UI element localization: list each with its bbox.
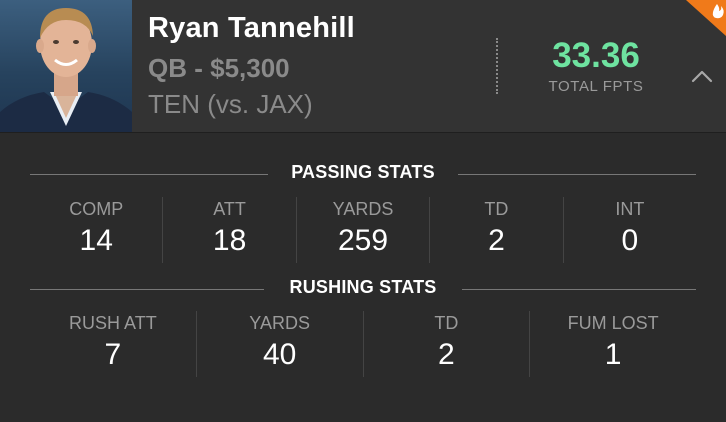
stat-value: 2	[488, 224, 505, 257]
stat-label: COMP	[69, 199, 124, 219]
rushing-stats-header: RUSHING STATS	[30, 277, 696, 301]
stat-yards: YARDS 259	[295, 197, 429, 263]
player-matchup: TEN (vs. JAX)	[148, 89, 313, 119]
stat-label: TD	[484, 199, 509, 219]
stat-label: ATT	[213, 199, 246, 219]
passing-stats-row: COMP 14 ATT 18 YARDS 259 TD 2 INT 0	[30, 197, 696, 263]
chevron-up-icon[interactable]	[690, 66, 714, 86]
stat-comp: COMP 14	[30, 197, 162, 263]
stat-value: 40	[262, 338, 297, 371]
stat-value: 0	[621, 224, 639, 257]
stat-value: 14	[79, 224, 113, 257]
header-divider	[496, 38, 498, 94]
stat-value: 1	[604, 338, 622, 371]
passing-stats-title: PASSING STATS	[291, 162, 435, 182]
stat-value: 259	[337, 224, 389, 257]
stat-rush-att: RUSH ATT 7	[30, 311, 196, 377]
stat-label: YARDS	[249, 313, 310, 333]
total-fpts-label: TOTAL FPTS	[548, 78, 644, 95]
stat-fum-lost: FUM LOST 1	[529, 311, 696, 377]
stat-td: TD 2	[429, 197, 562, 263]
stat-label: TD	[434, 313, 459, 333]
stat-rush-td: TD 2	[362, 311, 530, 377]
stat-value: 18	[212, 224, 247, 257]
section-rule-right	[462, 289, 696, 290]
stat-label: FUM LOST	[567, 313, 659, 333]
player-position-salary: QB - $5,300	[148, 53, 290, 83]
player-headshot-image	[0, 8, 132, 132]
section-rule-right	[458, 174, 696, 175]
player-header: Ryan Tannehill QB - $5,300 TEN (vs. JAX)…	[0, 0, 726, 133]
rushing-stats-row: RUSH ATT 7 YARDS 40 TD 2 FUM LOST 1	[30, 311, 696, 377]
player-name: Ryan Tannehill	[148, 12, 355, 44]
stat-att: ATT 18	[162, 197, 295, 263]
player-stats-card: Ryan Tannehill QB - $5,300 TEN (vs. JAX)…	[0, 0, 726, 422]
stat-label: RUSH ATT	[69, 313, 157, 333]
hot-badge	[686, 0, 726, 36]
stat-label: YARDS	[332, 199, 394, 219]
stat-value: 2	[438, 338, 455, 371]
stat-rush-yards: YARDS 40	[195, 311, 363, 377]
stat-label: INT	[615, 199, 645, 219]
stat-value: 7	[104, 338, 122, 371]
rushing-stats-title: RUSHING STATS	[289, 277, 437, 297]
passing-stats-header: PASSING STATS	[30, 162, 696, 186]
stat-int: INT 0	[562, 197, 696, 263]
total-fpts-value: 33.36	[552, 36, 640, 75]
player-photo	[0, 0, 132, 132]
